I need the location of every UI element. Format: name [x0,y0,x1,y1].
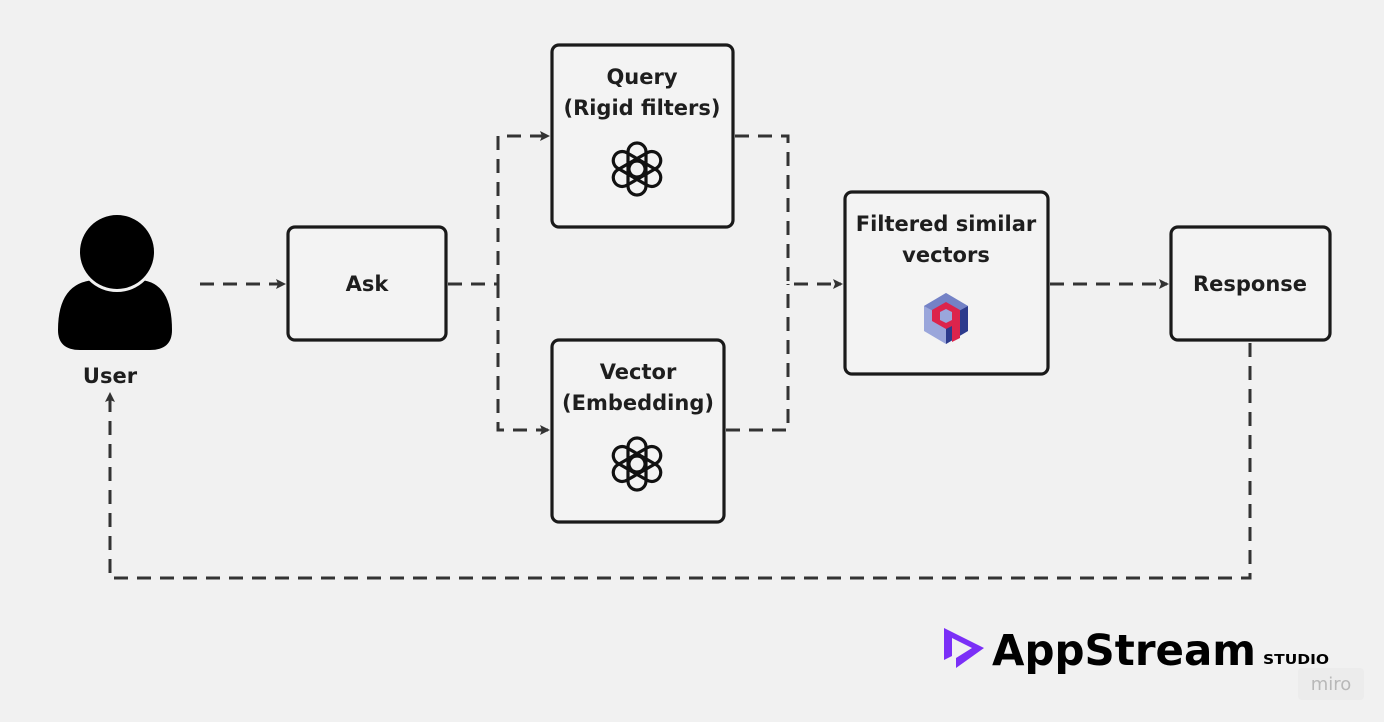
edge-vector-to-filtered [726,284,790,432]
user-node: User [58,212,172,388]
diagram-canvas: User Ask Query (Rigid filters) Vector (E… [58,43,1364,700]
vector-title: Vector [600,360,677,384]
edge-ask-to-query [448,131,550,286]
miro-watermark-text: miro [1311,674,1352,695]
vector-subtitle: (Embedding) [562,391,714,415]
user-label: User [83,364,138,388]
query-subtitle: (Rigid filters) [563,96,720,120]
ask-node[interactable]: Ask [286,225,448,342]
appstream-logo: AppStream STUDIO [944,626,1329,676]
appstream-logo-suffix: STUDIO [1263,653,1329,668]
appstream-logo-icon [944,628,984,668]
edge-ask-to-vector [496,284,550,435]
ask-label: Ask [346,272,390,296]
query-title: Query [606,65,677,89]
response-label: Response [1193,272,1307,296]
edge-query-to-filtered [735,134,843,289]
miro-watermark: miro [1298,668,1364,700]
user-silhouette-icon [58,212,172,350]
filtered-subtitle: vectors [902,243,990,267]
filtered-node[interactable]: Filtered similar vectors [843,190,1050,376]
vector-node[interactable]: Vector (Embedding) [550,338,726,524]
response-node[interactable]: Response [1169,225,1332,342]
appstream-logo-text: AppStream [992,626,1256,676]
filtered-title: Filtered similar [856,212,1037,236]
query-node[interactable]: Query (Rigid filters) [550,43,735,229]
